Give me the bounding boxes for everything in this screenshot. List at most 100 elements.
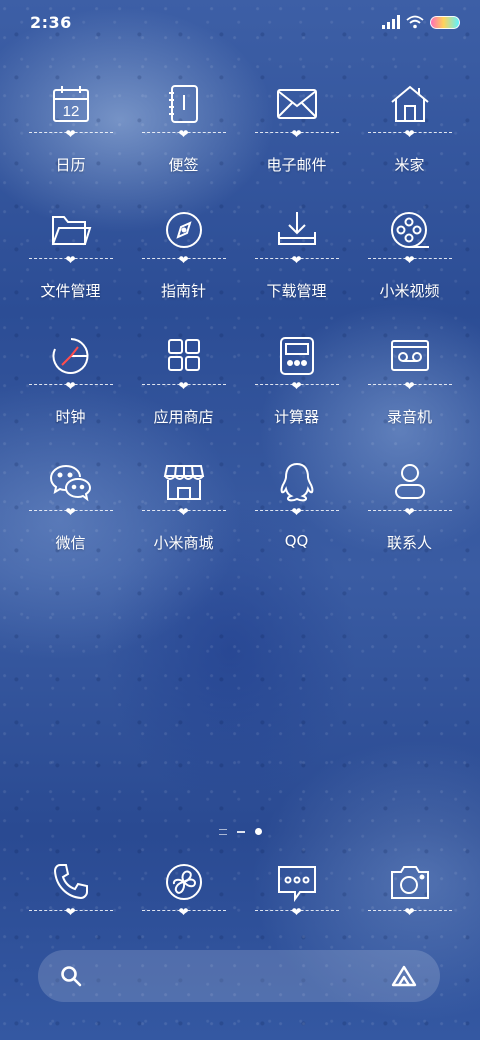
page-indicator-inactive (236, 830, 245, 833)
heart-divider: ❤ (28, 253, 113, 268)
calculator-icon (269, 332, 325, 380)
app-grid: 12 ❤ 日历 ❤ 便签 ❤ 电子邮件 ❤ 米家 ❤ 文件管理 ❤ 指南针 ❤ … (14, 80, 466, 584)
heart-divider: ❤ (367, 254, 452, 268)
contacts-icon (382, 458, 438, 506)
app-calendar[interactable]: 12 ❤ 日历 (14, 80, 127, 206)
app-mi-video[interactable]: ❤ 小米视频 (353, 206, 466, 332)
app-label: 日历 (55, 156, 86, 174)
app-file-manager[interactable]: ❤ 文件管理 (14, 206, 127, 332)
shop-icon (156, 458, 212, 506)
app-label: 米家 (394, 156, 425, 174)
heart-divider: ❤ (367, 127, 452, 142)
search-bar[interactable] (38, 950, 440, 1002)
recorder-icon (382, 332, 438, 380)
compass-icon (156, 206, 212, 254)
assistant-icon[interactable] (390, 964, 418, 988)
calendar-day-number: 12 (62, 103, 79, 120)
heart-icon: ❤ (291, 905, 302, 919)
wechat-icon (43, 458, 99, 506)
phone-icon (43, 858, 99, 906)
heart-divider: ❤ (367, 505, 452, 520)
app-label: 小米商城 (153, 534, 214, 552)
app-label: 便签 (168, 156, 199, 174)
status-time: 2:36 (30, 12, 72, 32)
app-wechat[interactable]: ❤ 微信 (14, 458, 127, 584)
dock-messages[interactable]: ❤ (240, 858, 353, 920)
film-reel-icon (382, 206, 438, 254)
status-icons (382, 15, 460, 29)
search-icon (61, 966, 82, 987)
qq-icon (269, 458, 325, 506)
heart-divider: ❤ (254, 506, 339, 520)
battery-icon (430, 15, 460, 29)
camera-icon (382, 858, 438, 906)
app-clock[interactable]: ❤ 时钟 (14, 332, 127, 458)
app-label: 时钟 (55, 408, 86, 426)
browser-icon (156, 858, 212, 906)
heart-divider: ❤ (28, 127, 113, 142)
app-label: 联系人 (386, 534, 432, 552)
app-calculator[interactable]: ❤ 计算器 (240, 332, 353, 458)
app-qq[interactable]: ❤ QQ (240, 458, 353, 584)
page-indicator[interactable] (0, 828, 480, 835)
notes-icon (156, 80, 212, 128)
home-icon (382, 80, 438, 128)
app-mi-store[interactable]: ❤ 小米商城 (127, 458, 240, 584)
app-app-store[interactable]: ❤ 应用商店 (127, 332, 240, 458)
wifi-icon (406, 15, 424, 29)
heart-icon: ❤ (291, 253, 302, 267)
heart-divider: ❤ (254, 905, 339, 920)
page-indicator-active (254, 828, 262, 835)
messages-icon (269, 858, 325, 906)
app-label: 文件管理 (40, 282, 101, 300)
dock-phone[interactable]: ❤ (14, 858, 127, 920)
app-notes[interactable]: ❤ 便签 (127, 80, 240, 206)
app-label: 电子邮件 (266, 156, 327, 174)
heart-divider: ❤ (141, 254, 226, 268)
app-store-icon (156, 332, 212, 380)
heart-icon: ❤ (65, 127, 76, 141)
heart-divider: ❤ (367, 379, 452, 394)
app-label: 微信 (55, 534, 86, 552)
heart-icon: ❤ (178, 905, 189, 919)
dock-camera[interactable]: ❤ (353, 858, 466, 920)
calendar-icon: 12 (43, 80, 99, 128)
heart-icon: ❤ (65, 379, 76, 393)
page-indicator-menu (218, 828, 227, 835)
heart-icon: ❤ (291, 379, 302, 393)
heart-divider: ❤ (141, 379, 226, 394)
app-mail[interactable]: ❤ 电子邮件 (240, 80, 353, 206)
dock: ❤ ❤ ❤ ❤ (14, 858, 466, 920)
heart-divider: ❤ (28, 379, 113, 394)
heart-divider: ❤ (28, 505, 113, 520)
heart-icon: ❤ (404, 905, 415, 919)
heart-icon: ❤ (404, 379, 415, 393)
heart-icon: ❤ (65, 505, 76, 519)
app-label: 应用商店 (153, 408, 214, 426)
heart-icon: ❤ (404, 127, 415, 141)
app-compass[interactable]: ❤ 指南针 (127, 206, 240, 332)
app-downloads[interactable]: ❤ 下载管理 (240, 206, 353, 332)
app-recorder[interactable]: ❤ 录音机 (353, 332, 466, 458)
heart-divider: ❤ (141, 905, 226, 920)
heart-icon: ❤ (65, 905, 76, 919)
heart-divider: ❤ (28, 905, 113, 920)
heart-divider: ❤ (367, 905, 452, 920)
dock-browser[interactable]: ❤ (127, 858, 240, 920)
app-mi-home[interactable]: ❤ 米家 (353, 80, 466, 206)
signal-icon (382, 15, 400, 29)
heart-icon: ❤ (178, 127, 189, 141)
app-contacts[interactable]: ❤ 联系人 (353, 458, 466, 584)
mail-icon (269, 80, 325, 128)
heart-icon: ❤ (65, 253, 76, 267)
heart-icon: ❤ (178, 505, 189, 519)
heart-divider: ❤ (254, 127, 339, 142)
app-label: 录音机 (386, 408, 432, 426)
heart-icon: ❤ (291, 127, 302, 141)
download-icon (269, 206, 325, 254)
status-bar: 2:36 (0, 0, 480, 44)
heart-icon: ❤ (404, 505, 415, 519)
heart-divider: ❤ (254, 379, 339, 394)
heart-icon: ❤ (178, 379, 189, 393)
app-label: 下载管理 (266, 282, 327, 300)
